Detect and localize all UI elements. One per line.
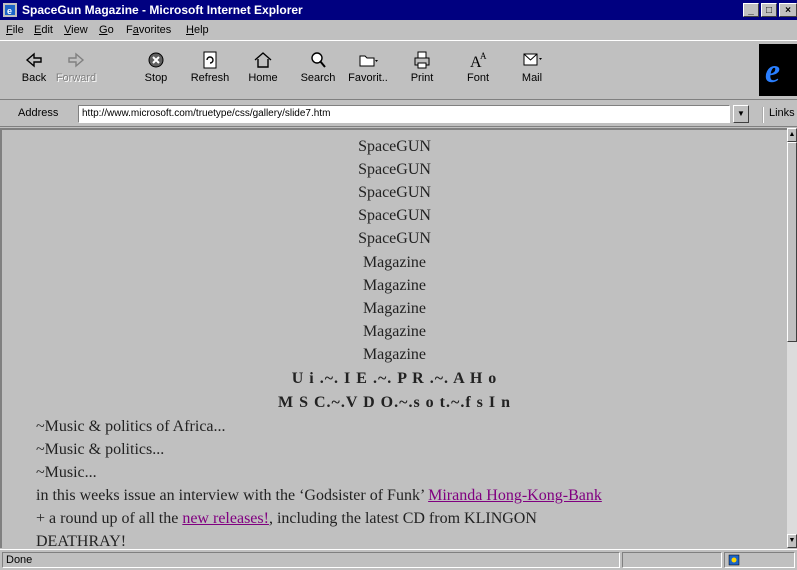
- font-button[interactable]: AA Font: [456, 49, 500, 84]
- tagline-2: ~Music & politics...: [36, 441, 165, 458]
- back-label: Back: [21, 72, 47, 84]
- spacegun-line: SpaceGUN: [358, 184, 431, 201]
- home-label: Home: [248, 72, 278, 84]
- roundup-text: + a round up of all the: [36, 510, 183, 527]
- font-label: Font: [466, 72, 489, 84]
- status-text: Done: [2, 552, 620, 568]
- up-arrow-icon: ▲: [788, 131, 796, 138]
- favorites-label: Favorit..: [348, 72, 388, 84]
- favorites-button[interactable]: Favorit..: [346, 49, 390, 84]
- dropdown-arrow-icon: ▼: [737, 109, 745, 118]
- back-button[interactable]: Back: [12, 49, 56, 84]
- links-toolbar[interactable]: Links: [762, 107, 795, 123]
- scroll-up-button[interactable]: ▲: [787, 128, 797, 142]
- new-releases-link[interactable]: new releases!: [182, 510, 269, 527]
- favorites-folder-icon: [359, 55, 378, 67]
- status-pane-progress: [622, 552, 722, 568]
- printer-icon: [414, 51, 430, 69]
- refresh-icon: [203, 51, 217, 69]
- mail-label: Mail: [521, 72, 543, 84]
- page-content: SpaceGUN SpaceGUN SpaceGUN SpaceGUN Spac…: [0, 128, 787, 548]
- status-pane-zone: [724, 552, 795, 568]
- maximize-button[interactable]: □: [761, 3, 777, 17]
- svg-text:e: e: [765, 53, 780, 90]
- roundup-suffix-text: , including the latest CD from KLINGON: [268, 510, 537, 527]
- ie-throbber-logo: e: [759, 44, 797, 96]
- back-arrow-icon: [25, 52, 42, 68]
- address-bar: Address http://www.microsoft.com/truetyp…: [0, 101, 797, 127]
- menu-favorites[interactable]: Favorites: [126, 24, 171, 36]
- down-arrow-icon: ▼: [788, 537, 796, 544]
- magazine-line: Magazine: [362, 277, 427, 294]
- mail-button[interactable]: Mail: [510, 49, 554, 84]
- stop-label: Stop: [144, 72, 168, 84]
- home-button[interactable]: Home: [241, 49, 285, 84]
- window-title: SpaceGun Magazine - Microsoft Internet E…: [22, 3, 303, 17]
- address-dropdown-button[interactable]: ▼: [733, 105, 749, 123]
- menu-go[interactable]: Go: [99, 24, 114, 36]
- address-input[interactable]: http://www.microsoft.com/truetype/css/ga…: [78, 105, 730, 123]
- ie-page-icon[interactable]: e: [3, 3, 17, 17]
- spacegun-line: SpaceGUN: [358, 138, 431, 155]
- magazine-line: Magazine: [362, 300, 427, 317]
- search-button[interactable]: Search: [296, 49, 340, 84]
- menu-view[interactable]: View: [64, 24, 88, 36]
- toolbar: Back Forward Stop Refresh Home Search Fa…: [0, 40, 797, 100]
- status-bar: Done: [0, 549, 797, 570]
- spacegun-line: SpaceGUN: [358, 230, 431, 247]
- minimize-button[interactable]: _: [743, 3, 759, 17]
- home-icon: [254, 52, 272, 68]
- deathray-text: DEATHRAY!: [36, 533, 127, 548]
- scroll-down-button[interactable]: ▼: [787, 534, 797, 548]
- menu-file[interactable]: File: [6, 24, 24, 36]
- tagline-3: ~Music...: [36, 464, 97, 481]
- close-button[interactable]: ×: [779, 3, 797, 17]
- miranda-link[interactable]: Miranda Hong-Kong-Bank: [428, 487, 602, 504]
- forward-label: Forward: [55, 72, 97, 84]
- spacegun-line: SpaceGUN: [358, 161, 431, 178]
- stop-icon: [148, 52, 164, 68]
- roundup-paragraph: + a round up of all the new releases!, i…: [36, 510, 537, 528]
- refresh-label: Refresh: [190, 72, 230, 84]
- menu-bar: File Edit View Go Favorites Help: [0, 20, 797, 40]
- scroll-thumb[interactable]: [787, 142, 797, 342]
- menu-help[interactable]: Help: [186, 24, 209, 36]
- print-label: Print: [410, 72, 434, 84]
- menu-edit[interactable]: Edit: [34, 24, 53, 36]
- interview-text: in this weeks issue an interview with th…: [36, 487, 429, 504]
- interview-paragraph: in this weeks issue an interview with th…: [36, 487, 602, 505]
- title-bar: e SpaceGun Magazine - Microsoft Internet…: [0, 0, 797, 20]
- search-label: Search: [300, 72, 336, 84]
- svg-text:e: e: [7, 6, 12, 16]
- tagline-1: ~Music & politics of Africa...: [36, 418, 226, 435]
- scrambled-heading-2: M S C.~.V D O.~.s o t.~.f s I n: [277, 394, 511, 411]
- stop-button[interactable]: Stop: [134, 49, 178, 84]
- svg-text:A: A: [480, 51, 487, 61]
- print-button[interactable]: Print: [400, 49, 444, 84]
- mail-icon: [523, 53, 542, 66]
- address-label: Address: [18, 107, 59, 119]
- scrambled-heading-1: U i .~. I E .~. P R .~. A H o: [291, 370, 498, 387]
- vertical-scrollbar[interactable]: ▲ ▼: [787, 128, 797, 548]
- magazine-line: Magazine: [362, 254, 427, 271]
- forward-arrow-icon: [68, 52, 85, 68]
- refresh-button[interactable]: Refresh: [188, 49, 232, 84]
- spacegun-line: SpaceGUN: [358, 207, 431, 224]
- magazine-line: Magazine: [362, 346, 427, 363]
- security-zone-icon: [728, 554, 740, 566]
- forward-button[interactable]: Forward: [54, 49, 98, 84]
- magazine-line: Magazine: [362, 323, 427, 340]
- ie-logo-icon: e: [759, 44, 797, 96]
- font-icon: AA: [470, 51, 487, 71]
- search-icon: [311, 52, 326, 68]
